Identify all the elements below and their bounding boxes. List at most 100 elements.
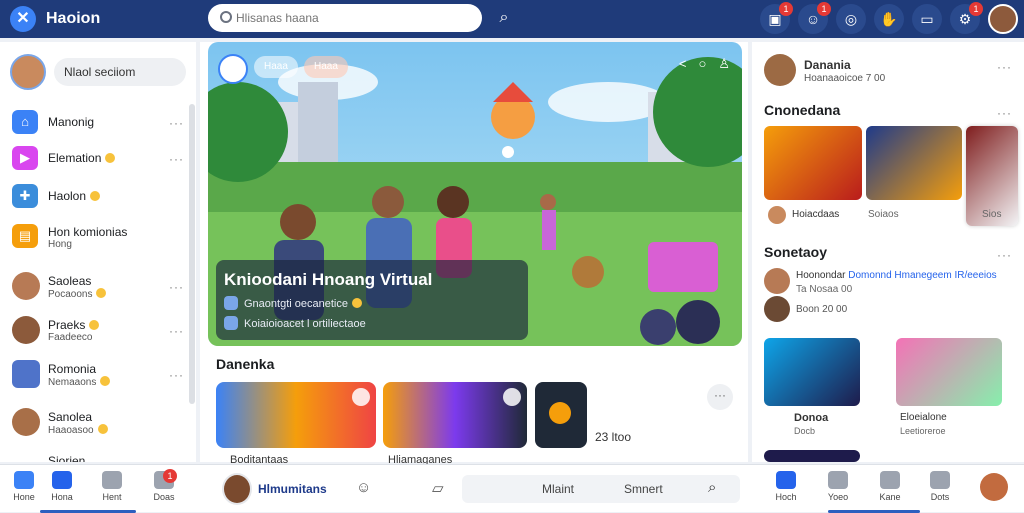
bottom-nav-more[interactable]: Dots	[920, 471, 960, 509]
hero-caption: Knioodani Hnoang Virtual Gnaontgti oecan…	[216, 260, 528, 340]
chat-icon[interactable]: ▭	[912, 4, 942, 34]
menu-icon	[930, 471, 950, 489]
sidebar-item-label: Hon komionias	[48, 225, 128, 239]
bottom-nav-explore[interactable]: Yoeo	[818, 471, 858, 509]
chat-placeholder: Mlaint	[542, 482, 575, 496]
user-avatar[interactable]	[988, 4, 1018, 34]
scrollbar[interactable]	[189, 104, 195, 404]
media-thumb[interactable]	[896, 338, 1002, 406]
profile-icon[interactable]: ☺ 1	[798, 2, 831, 34]
notification-meta: Ta Nosaa 00	[796, 284, 853, 295]
badge: 1	[817, 2, 831, 16]
contact-name: Praeks	[48, 318, 100, 332]
comment-icon[interactable]: ▱	[432, 479, 444, 497]
pages-icon	[52, 471, 72, 489]
sidebar-item-video[interactable]: ▶ Elemation ···	[10, 144, 186, 172]
bottom-nav-groups[interactable]: Kane	[870, 471, 910, 509]
more-icon[interactable]: ···	[169, 116, 184, 130]
avatar[interactable]	[764, 54, 796, 86]
hero-chip[interactable]: Haaa	[254, 56, 298, 78]
play-icon[interactable]	[352, 388, 370, 406]
profile-row[interactable]: Nlaol seciiom	[10, 54, 186, 90]
docs-icon: 1	[154, 469, 177, 489]
settings-icon[interactable]: ⚙ 1	[950, 2, 983, 34]
video-icon: ▶	[12, 146, 38, 170]
bottom-nav-feed[interactable]: Hent	[92, 471, 132, 509]
feed-icon	[102, 471, 122, 489]
search-icon	[220, 11, 232, 23]
search-input[interactable]	[236, 10, 474, 26]
more-icon[interactable]: ···	[997, 106, 1012, 120]
media-thumb[interactable]	[383, 382, 527, 448]
card-sub: Docb	[794, 426, 816, 436]
media-thumb[interactable]	[866, 126, 962, 200]
media-thumb[interactable]	[764, 338, 860, 406]
chat-input[interactable]: Mlaint Smnert ⌕	[462, 475, 740, 503]
contact-name: Saoleas	[48, 274, 92, 288]
avatar[interactable]	[218, 54, 248, 84]
search-box	[208, 4, 482, 32]
hero-line: Gnaontgti oecanetice	[224, 296, 362, 310]
section-title: Danenka	[216, 356, 275, 372]
more-icon[interactable]: ···	[169, 280, 184, 294]
left-sidebar: Nlaol seciiom ⌂ Manonig ··· ▶ Elemation …	[0, 42, 196, 462]
play-icon[interactable]	[503, 388, 521, 406]
people-icon[interactable]: ☺	[356, 479, 371, 496]
profile-name[interactable]: Danania	[804, 58, 851, 72]
more-button[interactable]: ···	[707, 384, 733, 410]
circle-icon[interactable]: ○	[698, 56, 706, 72]
notification-text[interactable]: Hoonondar Domonnd Hmanegeem IR/eeeios	[796, 270, 997, 281]
contact-item[interactable]: Siorien	[10, 452, 186, 462]
bottom-nav-pages[interactable]: Hona	[42, 471, 82, 509]
sidebar-item-home[interactable]: ⌂ Manonig ···	[10, 108, 186, 136]
sidebar-item-events[interactable]: ▤ Hon komionias Hong	[10, 222, 186, 250]
media-thumb[interactable]	[764, 450, 860, 462]
avatar[interactable]	[222, 473, 252, 505]
bottom-bar: Hone Hona Hent 1 Doas Hlmumitans ☺ ▱ Mlai…	[0, 464, 1024, 513]
contact-item[interactable]: Praeks Faadeeco ···	[10, 316, 186, 344]
sidebar-item-label: Haolon	[48, 189, 101, 203]
hero-line: Koiaioioacet l ortiliectaoe	[224, 316, 366, 330]
contact-item[interactable]: Saoleas Pocaoons ···	[10, 272, 186, 300]
hero-chip[interactable]: Haaa	[304, 56, 348, 78]
sidebar-item-sub: Hong	[48, 239, 72, 250]
more-icon[interactable]: ···	[169, 324, 184, 338]
hero-banner[interactable]: Haaa Haaa < ○ ♙ Knioodani Hnoang Virtual…	[208, 42, 742, 346]
contact-name: Sanolea	[48, 410, 93, 424]
bottom-nav-docs[interactable]: 1 Doas	[144, 469, 184, 509]
emoji-icon	[549, 402, 571, 424]
bottom-nav-home[interactable]: Hoch	[766, 471, 806, 509]
search-icon[interactable]: ⌕	[708, 479, 716, 496]
top-bar: ✕ Haoion ⌕ ▣1 ☺1 ◎ ✋ ▭ ⚙1	[0, 0, 1024, 38]
people-icon[interactable]: ♙	[718, 56, 730, 72]
explore-icon	[828, 471, 848, 489]
thumbs-up-icon[interactable]: ✋	[874, 4, 904, 34]
more-icon[interactable]: ···	[169, 368, 184, 382]
compass-icon[interactable]: ◎	[836, 4, 866, 34]
app-logo-icon[interactable]: ✕	[10, 6, 36, 32]
more-icon[interactable]: ···	[997, 60, 1012, 74]
app-brand[interactable]: Haoion	[46, 10, 100, 28]
bottom-nav-home[interactable]: Hone	[4, 471, 44, 509]
search-button[interactable]: ⌕	[486, 4, 522, 32]
chat-name[interactable]: Hlmumitans	[258, 482, 327, 496]
controller-icon: ✚	[12, 184, 38, 208]
avatar	[12, 272, 40, 300]
avatar	[768, 206, 786, 224]
home-icon	[14, 471, 34, 489]
contact-item[interactable]: Romonia Nemaaons ···	[10, 360, 186, 388]
share-icon[interactable]: <	[679, 56, 687, 72]
avatar	[764, 296, 790, 322]
more-icon[interactable]: ···	[997, 248, 1012, 262]
media-thumb[interactable]	[216, 382, 376, 448]
media-thumb[interactable]	[764, 126, 862, 200]
sidebar-item-gaming[interactable]: ✚ Haolon	[10, 182, 186, 210]
notifications-icon[interactable]: ▣ 1	[760, 2, 793, 34]
avatar[interactable]	[10, 54, 46, 90]
profile-field[interactable]: Nlaol seciiom	[54, 58, 186, 86]
avatar[interactable]	[980, 473, 1008, 501]
media-thumb[interactable]	[535, 382, 587, 448]
more-icon[interactable]: ···	[169, 152, 184, 166]
contact-item[interactable]: Sanolea Haaoasoo	[10, 408, 186, 436]
send-label[interactable]: Smnert	[624, 482, 663, 496]
